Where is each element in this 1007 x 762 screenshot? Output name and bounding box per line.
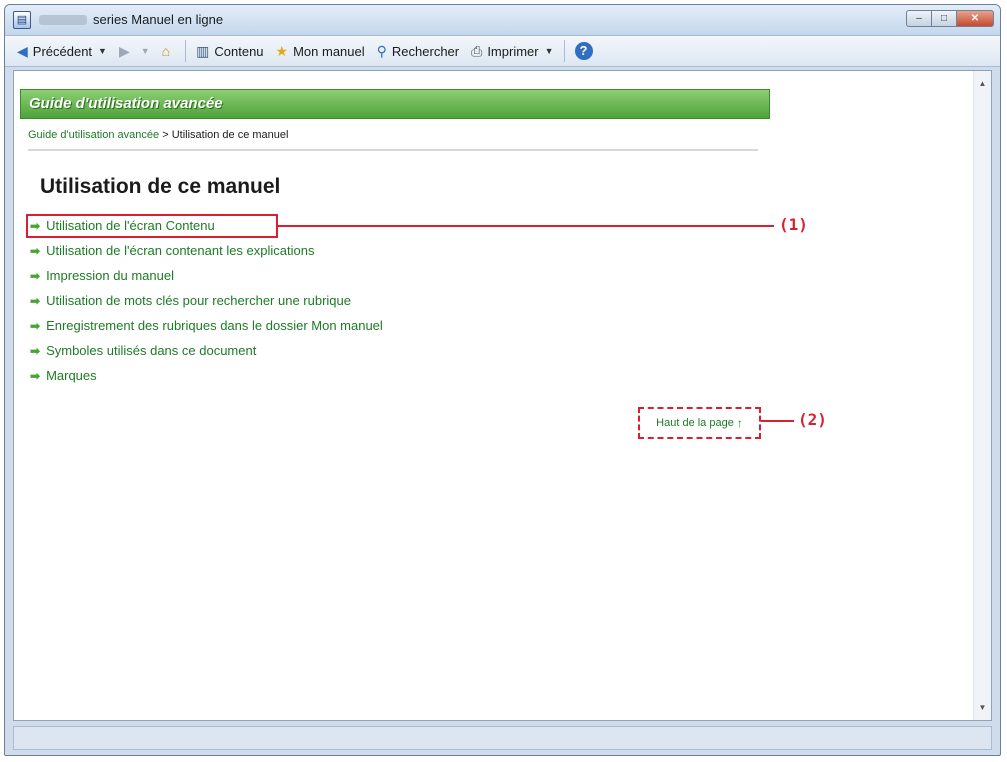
topic-link[interactable]: ➡ Utilisation de mots clés pour recherche…	[30, 288, 383, 313]
magnifier-icon: ⚲	[376, 43, 387, 59]
up-arrow-icon: ↑	[736, 416, 743, 430]
toolbar: ◀ Précédent ▼ ▶ ▼ ⌂ ▥ Contenu ★ Mon manu…	[5, 36, 1000, 67]
contents-label: Contenu	[214, 43, 264, 59]
back-arrow-icon: ◀	[17, 43, 28, 59]
annotation-label-1: (1)	[779, 215, 808, 234]
topic-link[interactable]: ➡ Marques	[30, 363, 383, 388]
section-header: Guide d'utilisation avancée	[20, 89, 770, 119]
help-button[interactable]: ?	[569, 38, 599, 64]
scroll-up-icon[interactable]: ▲	[974, 75, 991, 92]
search-button[interactable]: ⚲ Rechercher	[371, 38, 465, 64]
contents-button[interactable]: ▥ Contenu	[190, 38, 269, 64]
chevron-down-icon[interactable]: ▼	[141, 46, 150, 56]
right-arrow-icon: ➡	[30, 243, 41, 258]
toolbar-separator	[185, 40, 187, 62]
right-arrow-icon: ➡	[30, 293, 41, 308]
top-of-page-link[interactable]: Haut de la page ↑	[638, 407, 761, 439]
annotation-line-1	[278, 225, 774, 227]
print-label: Imprimer	[487, 43, 539, 59]
printer-icon: ⎙	[471, 43, 483, 59]
topic-link[interactable]: ➡ Symboles utilisés dans ce document	[30, 338, 383, 363]
home-button[interactable]: ⌂	[156, 38, 181, 64]
topic-link[interactable]: ➡ Enregistrement des rubriques dans le do…	[30, 313, 383, 338]
breadcrumb-link[interactable]: Guide d'utilisation avancée	[28, 129, 159, 141]
top-of-page-label: Haut de la page	[656, 417, 734, 429]
search-label: Rechercher	[391, 43, 460, 59]
scroll-down-icon[interactable]: ▼	[974, 699, 991, 716]
breadcrumb-current: Utilisation de ce manuel	[171, 129, 289, 141]
right-arrow-icon: ➡	[30, 318, 41, 333]
section-header-text: Guide d'utilisation avancée	[29, 95, 223, 112]
toolbar-separator	[563, 40, 565, 62]
window-title: series Manuel en ligne	[93, 12, 224, 27]
right-arrow-icon: ➡	[30, 268, 41, 283]
chevron-down-icon[interactable]: ▼	[545, 46, 554, 56]
forward-arrow-icon: ▶	[118, 43, 130, 59]
chevron-down-icon[interactable]: ▼	[98, 46, 107, 56]
help-icon: ?	[574, 42, 593, 60]
back-button[interactable]: ◀ Précédent ▼	[11, 38, 113, 64]
annotation-line-2	[761, 420, 794, 422]
title-bar[interactable]: ▤ series Manuel en ligne – □ ✕	[5, 5, 1000, 36]
right-arrow-icon: ➡	[30, 368, 41, 383]
topic-link[interactable]: ➡ Impression du manuel	[30, 263, 383, 288]
my-manual-button[interactable]: ★ Mon manuel	[270, 38, 371, 64]
topic-link-list: ➡ Utilisation de l'écran Contenu ➡ Utilisa…	[30, 213, 383, 388]
window-controls: – □ ✕	[906, 10, 994, 28]
annotation-label-2: (2)	[798, 410, 827, 429]
close-button[interactable]: ✕	[956, 10, 994, 27]
page-title: Utilisation de ce manuel	[40, 175, 281, 198]
app-icon: ▤	[13, 11, 31, 29]
right-arrow-icon: ➡	[30, 343, 41, 358]
breadcrumb-divider	[28, 149, 758, 151]
back-label: Précédent	[32, 43, 93, 59]
status-bar	[13, 726, 992, 750]
home-icon: ⌂	[161, 43, 171, 59]
vertical-scrollbar[interactable]: ▲ ▼	[973, 71, 991, 720]
minimize-button[interactable]: –	[906, 10, 932, 27]
print-button[interactable]: ⎙ Imprimer ▼	[465, 38, 559, 64]
blurred-model-name	[39, 15, 87, 25]
my-manual-label: Mon manuel	[293, 43, 365, 59]
maximize-button[interactable]: □	[931, 10, 957, 27]
topic-link[interactable]: ➡ Utilisation de l'écran contenant les ex…	[30, 238, 383, 263]
annotation-box-1	[26, 214, 278, 238]
breadcrumb-separator: >	[159, 129, 172, 141]
content-pane[interactable]: Guide d'utilisation avancée Guide d'util…	[13, 70, 992, 721]
book-icon: ▥	[196, 43, 210, 59]
forward-button[interactable]: ▶ ▼	[113, 38, 156, 64]
star-icon: ★	[275, 43, 289, 59]
app-window: ▤ series Manuel en ligne – □ ✕ ◀ Précéde…	[4, 4, 1001, 756]
breadcrumb: Guide d'utilisation avancée > Utilisatio…	[28, 129, 288, 141]
